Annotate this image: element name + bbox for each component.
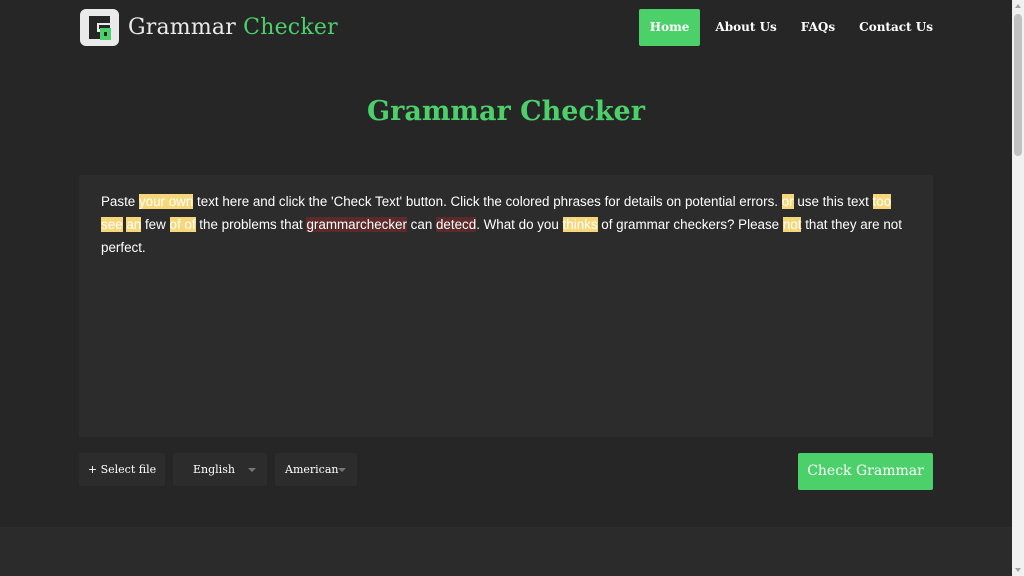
nav-faqs[interactable]: FAQs: [792, 9, 844, 46]
language-select[interactable]: English: [173, 453, 267, 486]
dialect-select[interactable]: American: [275, 453, 357, 486]
logo-g-icon: [80, 9, 119, 46]
chevron-down-icon: [338, 468, 346, 472]
scrollbar-thumb[interactable]: [1014, 14, 1022, 156]
grammar-error-highlight[interactable]: your own: [138, 194, 194, 209]
grammar-error-highlight[interactable]: or: [781, 194, 794, 209]
nav-about-us[interactable]: About Us: [706, 9, 785, 46]
editor-text: the problems that: [195, 217, 307, 232]
language-select-value: English: [193, 463, 235, 476]
editor-text: can: [406, 217, 436, 232]
spelling-error-highlight[interactable]: detecd: [435, 217, 477, 232]
check-grammar-button[interactable]: Check Grammar: [798, 453, 933, 490]
scroll-down-arrow-icon[interactable]: [1015, 568, 1021, 572]
select-file-button[interactable]: + Select file: [79, 453, 165, 486]
main-nav: Home About Us FAQs Contact Us: [638, 9, 942, 46]
text-editor[interactable]: Paste your own text here and click the '…: [79, 175, 933, 437]
grammar-error-highlight[interactable]: of of: [169, 217, 196, 232]
grammar-error-highlight[interactable]: thinks: [562, 217, 598, 232]
grammar-error-highlight[interactable]: too: [872, 194, 892, 209]
page-title: Grammar Checker: [367, 96, 645, 127]
logo-word-checker: Checker: [243, 15, 338, 40]
dialect-select-value: American: [285, 463, 339, 476]
editor-text: . What do you: [476, 217, 563, 232]
site-logo[interactable]: Grammar Checker: [80, 9, 338, 46]
chevron-down-icon: [248, 468, 256, 472]
editor-text: few: [141, 217, 170, 232]
editor-text: of grammar checkers? Please: [597, 217, 783, 232]
nav-home[interactable]: Home: [638, 9, 701, 46]
scrollbar[interactable]: [1012, 0, 1024, 576]
spelling-error-highlight[interactable]: grammarchecker: [306, 217, 407, 232]
editor-text: use this text: [793, 194, 873, 209]
grammar-error-highlight[interactable]: not: [782, 217, 802, 232]
grammar-error-highlight[interactable]: an: [126, 217, 142, 232]
editor-text: Paste: [101, 194, 139, 209]
editor-text: text here and click the 'Check Text' but…: [193, 194, 782, 209]
nav-contact-us[interactable]: Contact Us: [850, 9, 942, 46]
logo-text: Grammar Checker: [128, 15, 338, 40]
scroll-up-arrow-icon[interactable]: [1015, 4, 1021, 8]
logo-word-grammar: Grammar: [128, 15, 236, 40]
grammar-error-highlight[interactable]: see: [101, 217, 123, 232]
footer-band: [0, 527, 1012, 576]
